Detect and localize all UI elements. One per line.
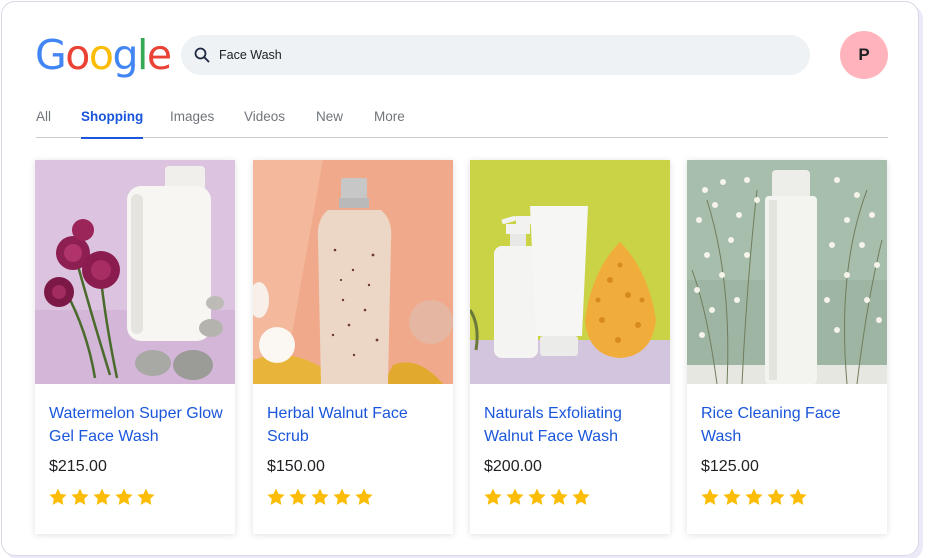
star-icon — [71, 488, 89, 505]
search-icon[interactable] — [193, 46, 211, 64]
logo-letter: G — [35, 31, 67, 79]
product-title[interactable]: Herbal Walnut Face Scrub — [267, 402, 447, 448]
star-icon — [484, 488, 502, 505]
product-image[interactable] — [35, 160, 235, 384]
star-icon — [550, 488, 568, 505]
logo-letter: e — [146, 31, 172, 79]
star-icon — [789, 488, 807, 505]
star-icon — [49, 488, 67, 505]
star-icon — [267, 488, 285, 505]
product-image[interactable] — [687, 160, 887, 384]
search-bar[interactable]: Face Wash — [181, 35, 810, 75]
star-icon — [93, 488, 111, 505]
profile-avatar[interactable]: P — [840, 31, 888, 79]
product-card[interactable]: Herbal Walnut Face Scrub $150.00 — [253, 160, 453, 534]
rating-stars — [483, 487, 591, 507]
star-icon — [767, 488, 785, 505]
rating-stars — [700, 487, 808, 507]
star-icon — [701, 488, 719, 505]
tab-more[interactable]: More — [374, 109, 405, 138]
star-icon — [115, 488, 133, 505]
star-icon — [333, 488, 351, 505]
product-title[interactable]: Rice Cleaning Face Wash — [701, 402, 881, 448]
rating-stars — [266, 487, 374, 507]
logo-letter: o — [65, 31, 90, 79]
star-icon — [506, 488, 524, 505]
search-tabs: All Shopping Images Videos New More — [36, 102, 888, 139]
star-icon — [528, 488, 546, 505]
star-icon — [723, 488, 741, 505]
star-icon — [137, 488, 155, 505]
product-card[interactable]: Naturals Exfoliating Walnut Face Wash $2… — [470, 160, 670, 534]
rating-stars — [48, 487, 156, 507]
product-image[interactable] — [253, 160, 453, 384]
product-title[interactable]: Naturals Exfoliating Walnut Face Wash — [484, 402, 664, 448]
search-input[interactable]: Face Wash — [219, 48, 282, 62]
star-icon — [289, 488, 307, 505]
tab-videos[interactable]: Videos — [244, 109, 285, 138]
product-card[interactable]: Rice Cleaning Face Wash $125.00 — [687, 160, 887, 534]
tab-shopping[interactable]: Shopping — [81, 109, 144, 139]
product-card[interactable]: Watermelon Super Glow Gel Face Wash $215… — [35, 160, 235, 534]
logo-letter: o — [88, 31, 114, 79]
product-image[interactable] — [470, 160, 670, 384]
tab-all[interactable]: All — [36, 109, 51, 138]
product-title[interactable]: Watermelon Super Glow Gel Face Wash — [49, 402, 229, 448]
product-price: $215.00 — [49, 458, 107, 475]
logo-letter: l — [137, 31, 148, 79]
star-icon — [572, 488, 590, 505]
product-price: $150.00 — [267, 458, 325, 475]
product-price: $200.00 — [484, 458, 542, 475]
google-logo[interactable]: Google — [35, 31, 172, 79]
star-icon — [745, 488, 763, 505]
browser-frame: Google Face Wash P All Shopping Images V… — [1, 1, 919, 556]
logo-letter: g — [112, 31, 138, 79]
star-icon — [355, 488, 373, 505]
star-icon — [311, 488, 329, 505]
product-price: $125.00 — [701, 458, 759, 475]
tab-new[interactable]: New — [316, 109, 343, 138]
tab-images[interactable]: Images — [170, 109, 214, 138]
